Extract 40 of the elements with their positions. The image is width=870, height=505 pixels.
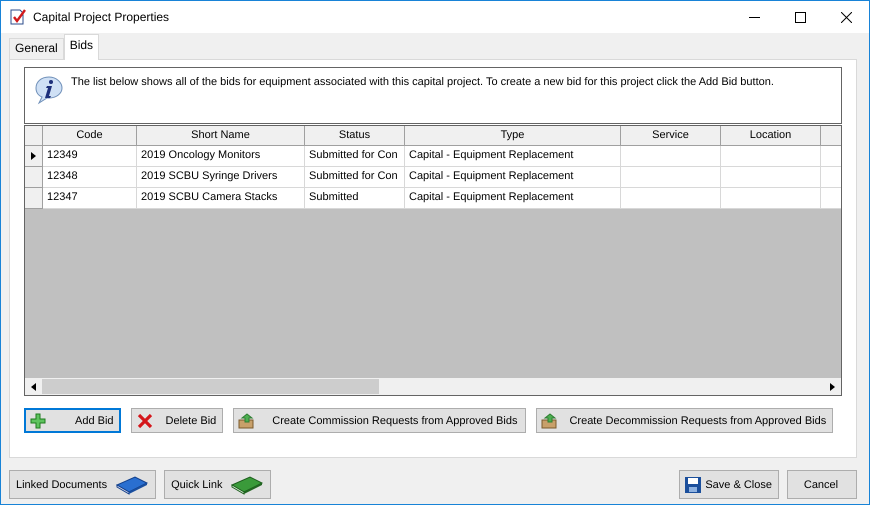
row-header[interactable] bbox=[25, 146, 43, 167]
column-header[interactable]: Type bbox=[405, 126, 621, 146]
action-button[interactable]: Create Decommission Requests from Approved Bids bbox=[536, 408, 834, 433]
document-check-icon bbox=[9, 8, 27, 26]
action-button[interactable]: Create Commission Requests from Approved Bids bbox=[233, 408, 526, 433]
book-icon bbox=[115, 474, 150, 494]
window-title: Capital Project Properties bbox=[33, 10, 170, 24]
tab[interactable]: General bbox=[9, 38, 64, 59]
column-header bbox=[821, 126, 841, 146]
table-cell: Capital - Equipment Replacement bbox=[405, 188, 621, 209]
book-icon bbox=[230, 474, 264, 494]
action-button[interactable]: Delete Bid bbox=[130, 408, 224, 433]
info-icon bbox=[33, 74, 65, 106]
close-icon[interactable] bbox=[840, 12, 852, 22]
tab[interactable]: Bids bbox=[64, 34, 100, 60]
header-corner bbox=[25, 126, 43, 146]
current-row-icon bbox=[31, 152, 36, 160]
delete-icon bbox=[136, 412, 154, 430]
footer-button[interactable]: Quick Link bbox=[164, 470, 272, 499]
maximize-icon[interactable] bbox=[794, 12, 806, 22]
footer-button[interactable]: Linked Documents bbox=[9, 470, 156, 499]
footer-button[interactable]: Save & Close bbox=[679, 470, 779, 499]
horizontal-scrollbar[interactable] bbox=[25, 378, 841, 395]
column-header[interactable]: Status bbox=[305, 126, 405, 146]
column-header[interactable]: Location bbox=[721, 126, 821, 146]
action-button[interactable]: Add Bid bbox=[24, 408, 121, 433]
plus-icon bbox=[29, 412, 47, 430]
column-header[interactable]: Service bbox=[621, 126, 721, 146]
save-icon bbox=[684, 476, 702, 494]
footer-button[interactable]: Cancel bbox=[787, 470, 857, 499]
info-text: The list below shows all of the bids for equipment associated with this capital project. To create a new bid for this project click the Add Bid button. bbox=[71, 75, 774, 88]
table-cell: 12347 bbox=[43, 188, 137, 209]
box-arrow-icon bbox=[541, 412, 560, 430]
table-cell: 2019 SCBU Camera Stacks bbox=[137, 188, 305, 209]
scroll-left-icon[interactable] bbox=[31, 382, 36, 390]
box-arrow-icon bbox=[238, 412, 256, 430]
column-header[interactable]: Short Name bbox=[137, 126, 305, 146]
column-header[interactable]: Code bbox=[43, 126, 137, 146]
table-cell: Submitted bbox=[305, 188, 405, 209]
scroll-right-icon[interactable] bbox=[830, 382, 835, 390]
